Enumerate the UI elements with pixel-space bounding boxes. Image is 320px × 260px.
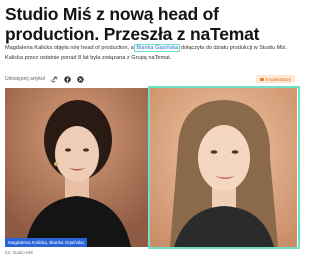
article-lead: Magdalena Kalicka objęła rolę head of pr… <box>5 44 295 63</box>
photo-credit: fot. Studio Miś <box>5 250 33 255</box>
share-label: Udostępnij artykuł <box>5 76 45 82</box>
link-icon[interactable] <box>51 76 58 83</box>
photo-portrait-right <box>150 88 297 247</box>
article-photo: Magdalena Kalicka, Bianka Gąsińska <box>5 86 300 249</box>
comments-button[interactable]: 0 komentarzy <box>255 75 295 83</box>
share-bar: Udostępnij artykuł 0 komentarzy <box>5 73 295 85</box>
photo-portrait-left: Magdalena Kalicka, Bianka Gąsińska <box>5 88 150 247</box>
comments-label: 0 komentarzy <box>265 76 291 82</box>
article-headline: Studio Miś z nową head of production. Pr… <box>5 4 260 44</box>
facebook-icon[interactable] <box>64 75 71 83</box>
highlighted-name-link[interactable]: Bianka Gąsińska <box>134 44 181 52</box>
comment-icon <box>259 77 264 81</box>
twitter-icon[interactable] <box>77 75 84 83</box>
lead-text-start: Magdalena Kalicka objęła rolę head of pr… <box>5 45 136 51</box>
photo-caption-badge: Magdalena Kalicka, Bianka Gąsińska <box>5 238 87 247</box>
